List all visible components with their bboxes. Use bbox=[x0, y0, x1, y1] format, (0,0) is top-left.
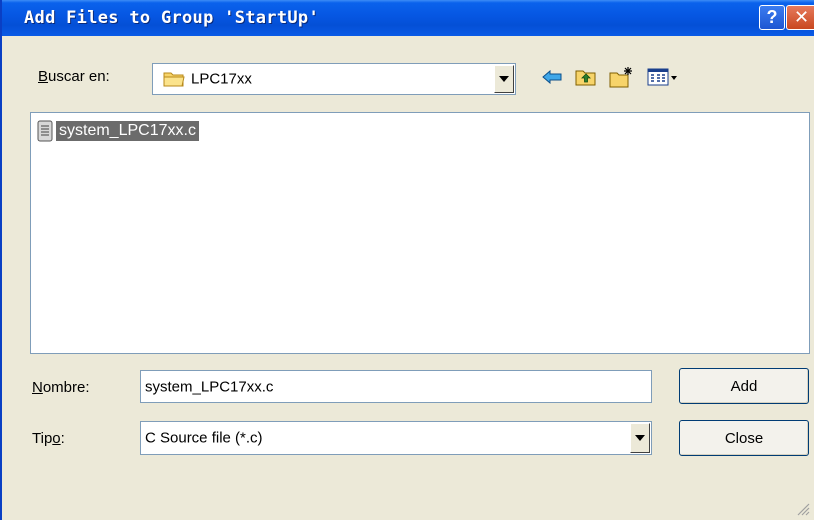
dialog-title: Add Files to Group 'StartUp' bbox=[24, 8, 319, 28]
resize-grip-icon[interactable] bbox=[796, 502, 810, 516]
filename-input[interactable]: system_LPC17xx.c bbox=[140, 370, 652, 403]
up-folder-button[interactable] bbox=[574, 64, 598, 90]
title-bar[interactable]: Add Files to Group 'StartUp' ? ✕ bbox=[2, 0, 814, 36]
filename-label: Nombre: bbox=[32, 379, 90, 396]
help-icon: ? bbox=[766, 7, 778, 27]
back-arrow-icon bbox=[542, 70, 562, 84]
filetype-dropdown-button[interactable] bbox=[630, 423, 650, 453]
lookin-label: Buscar en: bbox=[38, 68, 110, 85]
view-menu-button[interactable] bbox=[646, 64, 680, 90]
lookin-folder-name: LPC17xx bbox=[191, 70, 252, 88]
help-button[interactable]: ? bbox=[759, 5, 785, 30]
folder-icon bbox=[163, 72, 185, 87]
add-button[interactable]: Add bbox=[679, 368, 809, 404]
add-files-dialog: Add Files to Group 'StartUp' ? ✕ Buscar … bbox=[0, 0, 814, 520]
lookin-dropdown[interactable]: LPC17xx bbox=[152, 63, 516, 95]
new-folder-button[interactable] bbox=[608, 64, 636, 90]
file-name: system_LPC17xx.c bbox=[56, 121, 199, 141]
filetype-dropdown[interactable]: C Source file (*.c) bbox=[140, 421, 652, 455]
close-button[interactable]: Close bbox=[679, 420, 809, 456]
filetype-label: Tipo: bbox=[32, 430, 65, 447]
file-list-item[interactable]: system_LPC17xx.c bbox=[37, 119, 199, 143]
new-folder-icon bbox=[609, 67, 632, 88]
lookin-dropdown-button[interactable] bbox=[494, 65, 514, 93]
chevron-down-icon bbox=[635, 435, 645, 441]
close-window-button[interactable]: ✕ bbox=[786, 5, 814, 30]
back-button[interactable] bbox=[540, 64, 564, 90]
view-menu-icon bbox=[647, 68, 677, 86]
filename-input-value: system_LPC17xx.c bbox=[145, 378, 274, 395]
c-source-file-icon bbox=[37, 120, 53, 142]
close-icon: ✕ bbox=[793, 7, 810, 27]
up-folder-icon bbox=[575, 70, 596, 86]
filetype-value: C Source file (*.c) bbox=[145, 429, 263, 447]
chevron-down-icon bbox=[499, 76, 509, 82]
file-list[interactable]: system_LPC17xx.c bbox=[30, 112, 810, 354]
